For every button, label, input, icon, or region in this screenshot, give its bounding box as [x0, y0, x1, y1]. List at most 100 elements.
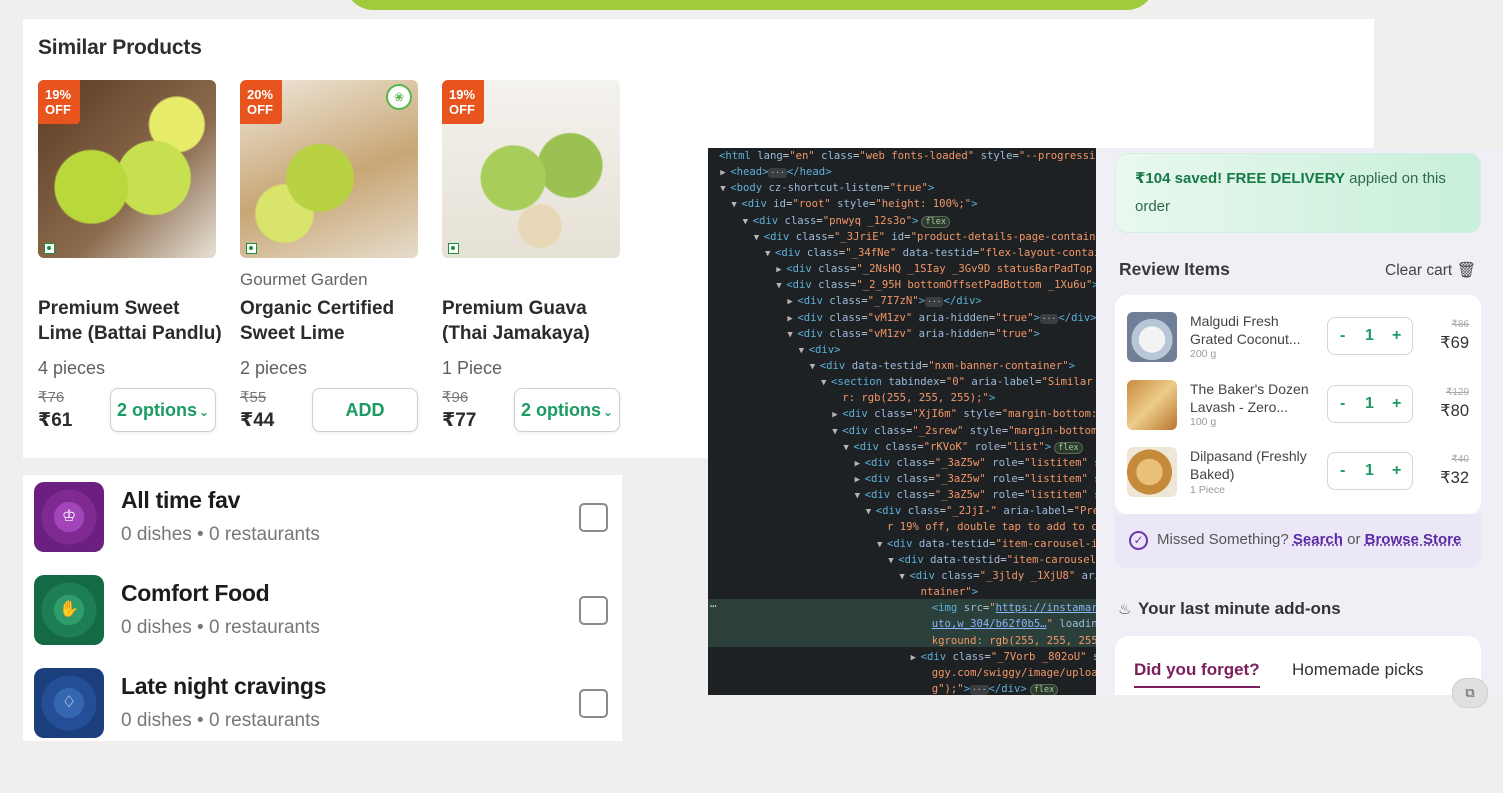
- increment-button[interactable]: +: [1392, 395, 1401, 413]
- collection-item[interactable]: ♢ Late night cravings 0 dishes • 0 resta…: [23, 661, 622, 754]
- dom-node-line[interactable]: ▼ <div class="_34fNe" data-testid="flex-l…: [765, 245, 1096, 261]
- dom-node-line[interactable]: kground: rgb(255, 255, 255);: [932, 633, 1096, 649]
- expand-toggle-icon[interactable]: ▼: [765, 246, 775, 262]
- product-quantity: 1 Piece: [442, 358, 503, 378]
- expand-toggle-icon[interactable]: ▼: [899, 569, 909, 585]
- collection-item[interactable]: ♔ All time fav 0 dishes • 0 restaurants: [23, 475, 622, 568]
- item-thumbnail[interactable]: [1127, 447, 1177, 497]
- collection-checkbox[interactable]: [579, 689, 608, 718]
- increment-button[interactable]: +: [1392, 327, 1401, 345]
- dom-node-line[interactable]: ▼ <div data-testid="item-carousel-it: [877, 536, 1096, 552]
- clear-cart-button[interactable]: Clear cart 🗑: [1385, 261, 1476, 280]
- expand-toggle-icon[interactable]: ▶: [787, 311, 797, 327]
- code-token: class: [896, 456, 929, 469]
- expand-toggle-icon[interactable]: ▼: [754, 230, 764, 246]
- item-thumbnail[interactable]: [1127, 380, 1177, 430]
- expand-toggle-icon[interactable]: ▼: [843, 440, 853, 456]
- expand-toggle-icon[interactable]: ▶: [911, 650, 921, 666]
- product-card[interactable]: 20% OFF ❀ Gourmet Garden Organic Certifi…: [240, 80, 422, 432]
- tab-did-you-forget[interactable]: Did you forget?: [1134, 660, 1260, 688]
- dom-node-line[interactable]: r: rgb(255, 255, 255);">: [842, 390, 995, 406]
- dom-node-line[interactable]: ▼ <div class="_2srew" style="margin-botto…: [832, 423, 1096, 439]
- tab-homemade-picks[interactable]: Homemade picks: [1292, 660, 1423, 680]
- dom-node-line[interactable]: ▼ <div class="vM1zv" aria-hidden="true">: [787, 326, 1039, 342]
- dom-node-line[interactable]: ▼ <section tabindex="0" aria-label="Simil…: [821, 374, 1096, 390]
- product-image[interactable]: 19% OFF: [38, 80, 216, 258]
- search-link[interactable]: Search: [1293, 531, 1343, 548]
- collection-checkbox[interactable]: [579, 596, 608, 625]
- product-image[interactable]: 20% OFF ❀: [240, 80, 418, 258]
- dom-node-line[interactable]: <img src="https://instamart-: [932, 600, 1096, 616]
- dom-node-line[interactable]: ▼ <div class="_3JriE" id="product-details…: [754, 229, 1096, 245]
- expand-toggle-icon[interactable]: ▶: [832, 407, 842, 423]
- dom-node-line[interactable]: uto,w_304/b62f0b5…" loading=: [932, 616, 1096, 632]
- dom-node-line[interactable]: ▼ <div data-testid="item-carousel-: [888, 552, 1096, 568]
- options-button[interactable]: 2 options ⌄: [514, 388, 620, 432]
- expand-toggle-icon[interactable]: ▼: [743, 214, 753, 230]
- expand-toggle-icon[interactable]: ▼: [855, 488, 865, 504]
- item-thumbnail[interactable]: [1127, 312, 1177, 362]
- dom-node-line[interactable]: ▼ <div class="rKVoK" role="list"> flex: [843, 439, 1083, 456]
- product-card[interactable]: 19% OFF Premium Guava (Thai Jamakaya) 1 …: [442, 80, 624, 432]
- expand-toggle-icon[interactable]: ▼: [866, 504, 876, 520]
- node-menu-dots[interactable]: …: [710, 597, 717, 610]
- product-image[interactable]: 19% OFF: [442, 80, 620, 258]
- product-card[interactable]: 19% OFF Premium Sweet Lime (Battai Pandl…: [38, 80, 222, 432]
- collections-list: ♔ All time fav 0 dishes • 0 restaurants …: [23, 475, 622, 741]
- product-mrp: ₹76: [38, 389, 65, 406]
- dom-node-line[interactable]: ggy.com/swiggy/image/upload/: [932, 665, 1096, 681]
- dom-node-line[interactable]: ▶<div class="_3aZ5w" role="listitem" s: [855, 455, 1096, 471]
- dom-node-line[interactable]: ntainer">: [921, 584, 978, 600]
- dom-node-line[interactable]: ▶<div class="_3aZ5w" role="listitem" s: [855, 471, 1096, 487]
- expand-toggle-icon[interactable]: ▼: [810, 359, 820, 375]
- expand-toggle-icon[interactable]: ▼: [832, 424, 842, 440]
- decrement-button[interactable]: -: [1340, 462, 1345, 480]
- decrement-button[interactable]: -: [1340, 327, 1345, 345]
- screenshot-icon[interactable]: ⧉: [1452, 678, 1488, 708]
- expand-toggle-icon[interactable]: ▶: [720, 165, 730, 181]
- cart-items-list: Malgudi Fresh Grated Coconut... 200 g - …: [1115, 295, 1481, 514]
- expand-toggle-icon[interactable]: ▶: [855, 472, 865, 488]
- dom-node-line[interactable]: r 19% off, double tap to add to cart: [887, 519, 1096, 535]
- expand-toggle-icon[interactable]: ▼: [877, 537, 887, 553]
- increment-button[interactable]: +: [1392, 462, 1401, 480]
- collection-item[interactable]: ✋ Comfort Food 0 dishes • 0 restaurants: [23, 568, 622, 661]
- dom-node-line[interactable]: ▼ <div class="pnwyq _12s3o"> flex: [743, 213, 950, 229]
- options-button[interactable]: 2 options ⌄: [110, 388, 216, 432]
- dom-node-line[interactable]: ▶ <div class="XjI6m" style="margin-bottom…: [832, 406, 1096, 422]
- dom-node-line[interactable]: ▶<div class="_7Vorb _802oU" s: [911, 649, 1096, 665]
- dom-node-line[interactable]: ▶ <div class="_2NsHQ _1SIay _3Gv9D status…: [776, 261, 1096, 277]
- expand-toggle-icon[interactable]: ▼: [821, 375, 831, 391]
- dom-node-line[interactable]: ▼ <div data-testid="nxm-banner-container"…: [810, 358, 1075, 374]
- dom-node-line[interactable]: ▼<div class="_2JjI-" aria-label="Prem: [866, 503, 1096, 519]
- dom-node-line[interactable]: ▼ <div>: [799, 342, 841, 358]
- dom-node-line[interactable]: ▼<div class="_3jldy _1XjU8" ari: [899, 568, 1096, 584]
- dom-node-line[interactable]: g");"> ··· </div> flex: [932, 681, 1059, 695]
- expand-toggle-icon[interactable]: ▼: [799, 343, 809, 359]
- expand-toggle-icon[interactable]: ▼: [888, 553, 898, 569]
- collection-checkbox[interactable]: [579, 503, 608, 532]
- dom-node-line[interactable]: ▼ <body cz-shortcut-listen="true">: [720, 180, 934, 196]
- quantity-value: 1: [1365, 462, 1374, 479]
- dom-node-line[interactable]: ▶ <head> ··· </head>: [720, 164, 832, 181]
- dom-node-line[interactable]: ▼<div class="_3aZ5w" role="listitem" s: [855, 487, 1096, 503]
- dom-node-line[interactable]: ▶ <div class="vM1zv" aria-hidden="true"> ·…: [787, 310, 1096, 326]
- expand-toggle-icon[interactable]: ▼: [720, 181, 730, 197]
- dom-node-line[interactable]: ▶ <div class="_7I7zN"> ··· </div>: [787, 293, 982, 310]
- expand-toggle-icon[interactable]: ▼: [787, 327, 797, 343]
- add-button[interactable]: ADD: [312, 388, 418, 432]
- dom-node-line[interactable]: ▼ <div class="_2_95H bottomOffsetPadBotto…: [776, 277, 1096, 293]
- dom-node-line[interactable]: ▼ <div id="root" style="height: 100%;">: [731, 196, 977, 212]
- code-token: "--progressive: [1018, 150, 1096, 162]
- browse-store-link[interactable]: Browse Store: [1365, 531, 1462, 548]
- code-token: <div: [842, 408, 868, 421]
- expand-toggle-icon[interactable]: ▶: [855, 456, 865, 472]
- expand-toggle-icon[interactable]: ▼: [776, 278, 786, 294]
- devtools-elements-panel[interactable]: … <html lang="en" class="web fonts-loade…: [708, 148, 1096, 695]
- expand-toggle-icon[interactable]: ▶: [776, 262, 786, 278]
- expand-toggle-icon[interactable]: ▼: [731, 197, 741, 213]
- decrement-button[interactable]: -: [1340, 395, 1345, 413]
- dom-node-line[interactable]: <html lang="en" class="web fonts-loaded"…: [719, 148, 1096, 164]
- code-token: "nxm-banner-container": [928, 359, 1069, 372]
- expand-toggle-icon[interactable]: ▶: [787, 294, 797, 310]
